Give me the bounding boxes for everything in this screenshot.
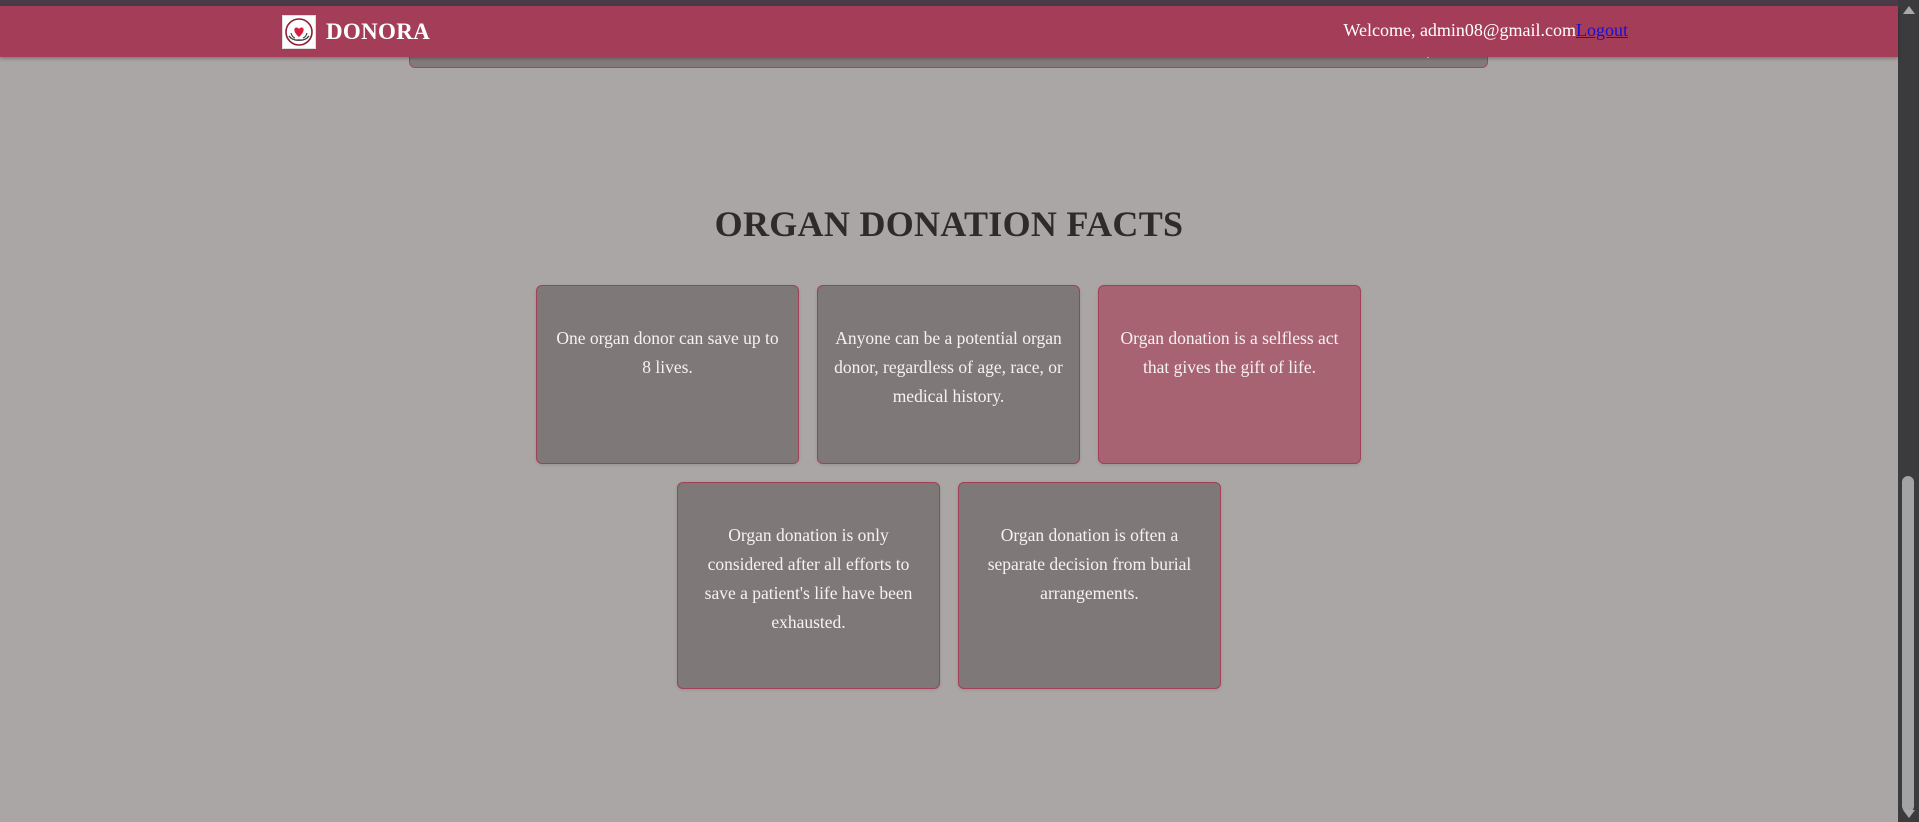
brand-link[interactable]: DONORA	[282, 15, 430, 49]
fact-card: Organ donation is often a separate decis…	[958, 482, 1221, 689]
scroll-down-arrow-icon[interactable]	[1903, 810, 1915, 818]
user-area: Welcome, admin08@gmail.com Logout	[1343, 20, 1628, 41]
scroll-thumb[interactable]	[1902, 476, 1914, 812]
scroll-up-arrow-icon[interactable]	[1903, 6, 1915, 14]
heart-hands-logo-icon	[282, 15, 316, 49]
brand-name: DONORA	[326, 19, 431, 44]
section-title: ORGAN DONATION FACTS	[714, 204, 1184, 244]
vertical-scrollbar[interactable]	[1898, 0, 1919, 822]
page: DONORA Welcome, admin08@gmail.com Logout…	[0, 0, 1919, 822]
logout-link[interactable]: Logout	[1576, 20, 1628, 41]
fact-card: Anyone can be a potential organ donor, r…	[817, 285, 1080, 464]
fact-text: Organ donation is often a separate decis…	[987, 525, 1192, 603]
fact-text: Organ donation is only considered after …	[704, 525, 913, 632]
fact-text: Anyone can be a potential organ donor, r…	[834, 328, 1063, 406]
fact-card: One organ donor can save up to 8 lives.	[536, 285, 799, 464]
welcome-text: Welcome, admin08@gmail.com	[1343, 20, 1576, 40]
navbar: DONORA Welcome, admin08@gmail.com Logout	[0, 6, 1898, 57]
fact-card: Organ donation is only considered after …	[677, 482, 940, 689]
fact-text: One organ donor can save up to 8 lives.	[556, 328, 779, 377]
fact-card-hovered: Organ donation is a selfless act that gi…	[1098, 285, 1361, 464]
fact-text: Organ donation is a selfless act that gi…	[1120, 328, 1339, 377]
